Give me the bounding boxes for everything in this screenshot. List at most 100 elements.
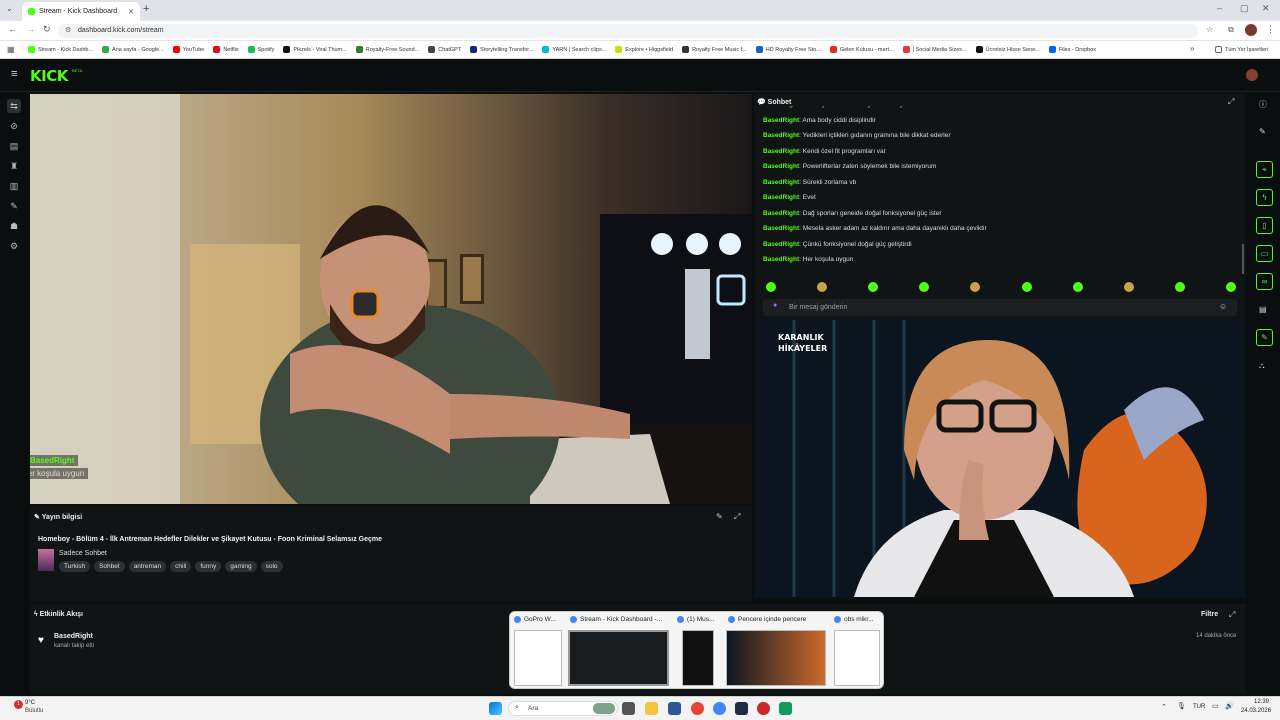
- apps-grid-icon[interactable]: ▦: [7, 45, 15, 54]
- edit-info-icon[interactable]: ✎: [716, 512, 723, 521]
- bookmark-item[interactable]: Pikzels - Viral Thum...: [283, 46, 347, 53]
- category-name[interactable]: Sadece Sohbet: [59, 550, 107, 557]
- bookmark-item[interactable]: YARN | Search clips...: [542, 46, 606, 53]
- activity-popout-icon[interactable]: ⤢: [1229, 610, 1235, 620]
- bookmark-item[interactable]: Spotify: [247, 46, 274, 53]
- preview-title-0[interactable]: GoPro W...: [514, 616, 556, 623]
- close-window-button[interactable]: ✕: [1262, 3, 1270, 14]
- star-icon[interactable]: ☆: [1206, 25, 1213, 34]
- user-avatar[interactable]: [1246, 69, 1258, 81]
- bookmark-item[interactable]: Ücretsiz Hisse Sene...: [975, 46, 1040, 53]
- chat-input[interactable]: ● Bir mesaj gönderin ☺: [763, 299, 1237, 316]
- settings-icon[interactable]: ⚙: [7, 239, 21, 253]
- file-explorer-icon[interactable]: [645, 702, 658, 715]
- emote-icon[interactable]: [1123, 282, 1134, 292]
- preview-thumb-4[interactable]: [834, 630, 880, 686]
- windows-start-icon[interactable]: [489, 702, 502, 715]
- chat-username[interactable]: BasedRight: [763, 241, 799, 248]
- community-icon[interactable]: ☗: [7, 219, 21, 233]
- note-tool-icon[interactable]: ▯: [1256, 217, 1273, 234]
- preview-title-2[interactable]: (1) Mus...: [677, 616, 714, 623]
- edit-icon[interactable]: ✎: [1259, 127, 1266, 136]
- stream-tag[interactable]: Sohbet: [94, 561, 125, 572]
- url-field[interactable]: ⚙ dashboard.kick.com/stream: [58, 24, 1198, 38]
- weather-widget[interactable]: 1 9°C Bulutlu: [8, 700, 68, 718]
- info-icon[interactable]: ⓘ: [1259, 99, 1267, 110]
- app-taskbar-icon[interactable]: [735, 702, 748, 715]
- layers-icon[interactable]: ▤: [1259, 305, 1267, 314]
- chat-username[interactable]: BasedRight: [763, 194, 799, 201]
- task-view-icon[interactable]: [622, 702, 635, 715]
- chat-username[interactable]: BasedRight: [763, 106, 799, 108]
- preview-thumb-3[interactable]: [726, 630, 826, 686]
- emote-icon[interactable]: [1225, 282, 1236, 292]
- preview-title-1[interactable]: Stream - Kick Dashboard -...: [570, 616, 662, 623]
- bookmark-item[interactable]: Ana sayfa - Google...: [102, 46, 164, 53]
- event-user[interactable]: BasedRight: [54, 633, 93, 640]
- kick-logo[interactable]: KICK: [30, 67, 68, 85]
- microphone-icon[interactable]: ●: [773, 302, 777, 309]
- stream-tag[interactable]: funny: [195, 561, 222, 572]
- preview-thumb-0[interactable]: [514, 630, 562, 686]
- analytics-icon[interactable]: ▤: [7, 139, 21, 153]
- bookmark-item[interactable]: ChatGPT: [428, 46, 461, 53]
- hamburger-menu-icon[interactable]: ≡: [11, 68, 17, 80]
- emote-icon[interactable]: [817, 282, 828, 292]
- emote-icon[interactable]: [1021, 282, 1032, 292]
- store-icon[interactable]: [668, 702, 681, 715]
- clock-date[interactable]: 24.03.2026: [1241, 708, 1271, 714]
- chat-username[interactable]: BasedRight: [763, 148, 799, 155]
- filter-button[interactable]: Filtre: [1201, 611, 1218, 618]
- stream-video[interactable]: BasedRight Her koşula uygun: [30, 94, 752, 504]
- trophy-icon[interactable]: ♜: [7, 159, 21, 173]
- forward-icon[interactable]: →: [26, 24, 35, 34]
- chrome-taskbar-icon[interactable]: [691, 702, 704, 715]
- clock-time[interactable]: 12:39: [1254, 699, 1269, 705]
- link-icon[interactable]: ⊘: [7, 119, 21, 133]
- preview-title-4[interactable]: obs mikr...: [834, 616, 874, 623]
- chat-username[interactable]: BasedRight: [763, 163, 799, 170]
- lightning-tool-icon[interactable]: ϟ: [1256, 189, 1273, 206]
- chat-username[interactable]: BasedRight: [763, 117, 799, 124]
- bookmark-item[interactable]: Files - Dropbox: [1048, 46, 1096, 53]
- preview-title-3[interactable]: Pencere içinde pencere: [728, 616, 806, 623]
- bookmark-item[interactable]: Gelen Kutusu - mert...: [829, 46, 894, 53]
- menu-icon[interactable]: ⋮: [1266, 24, 1275, 35]
- chat-username[interactable]: BasedRight: [763, 179, 799, 186]
- bookmark-item[interactable]: | Social Media Sizes...: [902, 46, 967, 53]
- bookmark-item[interactable]: Royalty-Free Sound...: [355, 46, 419, 53]
- stream-icon[interactable]: ⇆: [7, 99, 21, 113]
- emote-icon[interactable]: [1072, 282, 1083, 292]
- network-icon[interactable]: ▭: [1212, 702, 1219, 710]
- site-info-icon[interactable]: ⚙: [65, 26, 71, 34]
- wrench-tool-icon[interactable]: ✎: [1256, 329, 1273, 346]
- tab-close-icon[interactable]: ✕: [128, 8, 134, 16]
- minimize-button[interactable]: –: [1217, 3, 1222, 13]
- bookmark-item[interactable]: Explore • Higgsfield: [615, 46, 673, 53]
- tab-list-dropdown-icon[interactable]: ⌄: [6, 4, 13, 13]
- stream-tag[interactable]: solo: [260, 561, 283, 572]
- spreadsheet-taskbar-icon[interactable]: [779, 702, 792, 715]
- picture-in-picture-video[interactable]: KARANLIK HİKÂYELER: [754, 320, 1246, 597]
- profile-avatar[interactable]: [1245, 24, 1257, 36]
- browser-tab-active[interactable]: Stream - Kick Dashboard ✕: [22, 2, 140, 21]
- bookmark-item[interactable]: Stream - Kick Dashb...: [28, 46, 93, 53]
- new-tab-button[interactable]: +: [143, 3, 149, 15]
- language-indicator[interactable]: TUR: [1193, 704, 1205, 710]
- taskbar-search[interactable]: ⌕ Ara: [508, 701, 618, 716]
- chat-username[interactable]: BasedRight: [763, 256, 799, 263]
- bookmark-item[interactable]: YouTube: [172, 46, 204, 53]
- bookmark-item[interactable]: Netflix: [213, 46, 239, 53]
- share-icon[interactable]: ⛬: [1259, 361, 1265, 371]
- camera-tool-icon[interactable]: ⌖: [1256, 161, 1273, 178]
- popout-info-icon[interactable]: ⤢: [734, 512, 740, 522]
- stream-tag[interactable]: gaming: [225, 561, 257, 572]
- emote-icon[interactable]: [766, 282, 776, 292]
- emote-icon[interactable]: [919, 282, 930, 292]
- chat-username[interactable]: BasedRight: [763, 225, 799, 232]
- preview-thumb-2[interactable]: [682, 630, 714, 686]
- reload-icon[interactable]: ↻: [43, 24, 51, 35]
- tray-chevron-icon[interactable]: ⌃: [1161, 703, 1167, 711]
- bookmark-item[interactable]: HD Royalty Free Sto...: [755, 46, 821, 53]
- volume-icon[interactable]: 🔊: [1225, 702, 1234, 710]
